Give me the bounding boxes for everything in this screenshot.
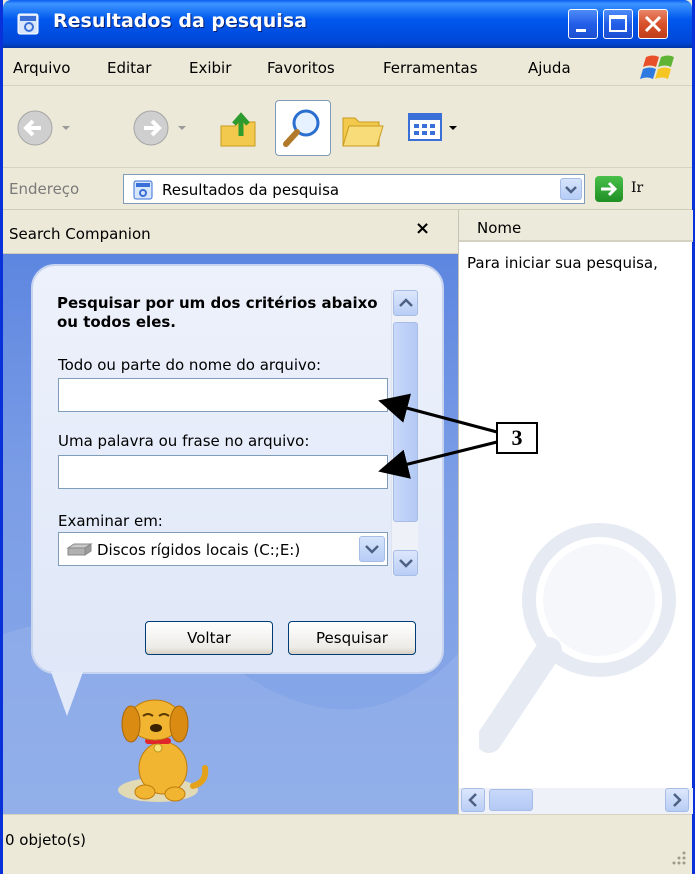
search-dog-icon xyxy=(118,699,209,802)
lookin-select[interactable]: Discos rígidos locais (C:;E:) xyxy=(58,532,388,566)
chevron-right-icon xyxy=(673,793,682,807)
search-results-icon xyxy=(17,13,39,35)
address-input[interactable]: Resultados da pesquisa xyxy=(123,174,585,204)
lookin-dropdown-button[interactable] xyxy=(359,536,385,562)
results-hint: Para iniciar sua pesquisa, xyxy=(467,254,658,272)
menu-favoritos[interactable]: Favoritos xyxy=(267,59,335,77)
status-text: 0 objeto(s) xyxy=(5,831,86,849)
scroll-thumb[interactable] xyxy=(393,322,418,522)
minimize-icon xyxy=(576,29,586,32)
menu-exibir[interactable]: Exibir xyxy=(189,59,231,77)
annotation-callout: 3 xyxy=(496,422,538,454)
toolbar xyxy=(3,86,692,168)
companion-header: Search Companion × xyxy=(3,210,458,254)
companion-scrollbar[interactable] xyxy=(391,290,418,576)
menu-ajuda[interactable]: Ajuda xyxy=(528,59,571,77)
column-header-name[interactable]: Nome xyxy=(459,210,693,242)
address-bar: Endereço Resultados da pesquisa Ir xyxy=(3,168,692,210)
lookin-value: Discos rígidos locais (C:;E:) xyxy=(97,541,301,559)
menu-editar[interactable]: Editar xyxy=(107,59,151,77)
scroll-up-button[interactable] xyxy=(393,290,418,316)
go-label[interactable]: Ir xyxy=(631,180,643,196)
maximize-button[interactable] xyxy=(603,9,633,39)
results-pane: Nome Para iniciar sua pesquisa, xyxy=(458,210,693,814)
maximize-icon xyxy=(609,15,627,32)
views-icon[interactable] xyxy=(405,106,467,150)
chevron-up-icon xyxy=(399,298,413,307)
title-bar[interactable]: Resultados da pesquisa xyxy=(3,0,692,48)
go-arrow-icon xyxy=(601,181,618,197)
status-bar: 0 objeto(s) xyxy=(3,814,692,874)
chevron-down-icon xyxy=(565,186,577,194)
speech-bubble-tail xyxy=(51,672,83,716)
menu-bar: Arquivo Editar Exibir Favoritos Ferramen… xyxy=(3,48,692,86)
back-button[interactable]: Voltar xyxy=(145,621,273,655)
magnifier-watermark-icon xyxy=(479,523,676,753)
search-button[interactable] xyxy=(275,100,331,156)
search-icon xyxy=(283,109,320,147)
address-dropdown-button[interactable] xyxy=(560,178,582,200)
search-results-icon xyxy=(133,180,153,200)
phrase-label: Uma palavra ou frase no arquivo: xyxy=(58,432,310,450)
scroll-left-button[interactable] xyxy=(461,788,485,812)
lookin-label: Examinar em: xyxy=(58,512,163,530)
resize-grip-icon[interactable] xyxy=(670,849,688,867)
close-icon xyxy=(644,15,662,33)
scroll-right-button[interactable] xyxy=(665,788,689,812)
forward-button[interactable] xyxy=(131,106,191,150)
phrase-input[interactable] xyxy=(58,455,388,489)
hscroll-thumb[interactable] xyxy=(489,789,533,811)
minimize-button[interactable] xyxy=(568,9,598,39)
address-label: Endereço xyxy=(9,180,80,198)
scroll-down-button[interactable] xyxy=(393,550,418,576)
chevron-left-icon xyxy=(468,793,477,807)
close-icon[interactable]: × xyxy=(415,218,430,239)
column-name-label: Nome xyxy=(477,219,522,237)
filename-label: Todo ou parte do nome do arquivo: xyxy=(58,356,322,374)
search-button[interactable]: Pesquisar xyxy=(288,621,416,655)
search-companion-pane: Search Companion × Pesquisar por um dos … xyxy=(3,210,458,814)
hard-drive-icon xyxy=(66,543,93,556)
chevron-down-icon xyxy=(365,545,379,554)
up-folder-icon[interactable] xyxy=(217,104,261,152)
companion-title: Search Companion xyxy=(9,225,151,243)
close-button[interactable] xyxy=(638,9,668,39)
back-button[interactable] xyxy=(15,106,75,150)
go-button[interactable] xyxy=(595,176,623,202)
chevron-down-icon xyxy=(399,559,413,568)
explorer-window: Resultados da pesquisa Arquivo Editar Ex… xyxy=(0,0,695,874)
window-title: Resultados da pesquisa xyxy=(53,10,307,32)
results-horizontal-scrollbar[interactable] xyxy=(459,788,693,814)
folders-icon[interactable] xyxy=(337,104,387,152)
address-value: Resultados da pesquisa xyxy=(162,181,340,199)
search-hint: Pesquisar por um dos critérios abaixo ou… xyxy=(57,294,378,331)
windows-logo-icon xyxy=(640,51,680,83)
menu-arquivo[interactable]: Arquivo xyxy=(13,59,70,77)
menu-ferramentas[interactable]: Ferramentas xyxy=(383,59,478,77)
filename-input[interactable] xyxy=(58,378,388,412)
